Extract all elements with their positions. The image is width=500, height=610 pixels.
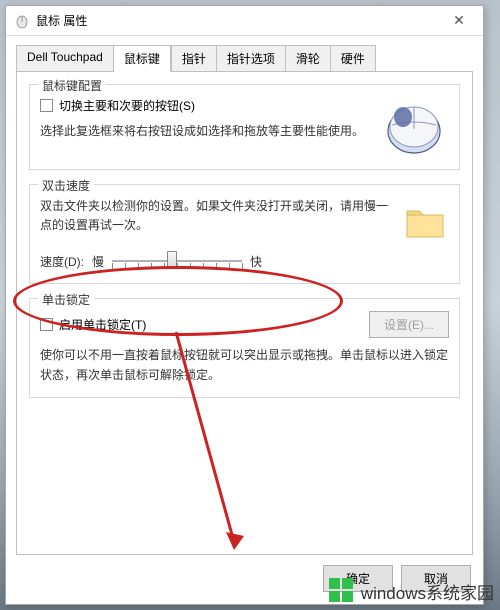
clicklock-label[interactable]: 启用单击锁定(T) bbox=[40, 316, 359, 333]
group-double-click-speed: 双击速度 双击文件夹以检测你的设置。如果文件夹没打开或关闭，请用慢一点的设置再试… bbox=[29, 184, 460, 284]
slow-label: 慢 bbox=[92, 253, 104, 270]
tab-pointer[interactable]: 指针 bbox=[171, 45, 217, 72]
title-bar[interactable]: 鼠标 属性 ✕ bbox=[6, 6, 483, 36]
clicklock-desc: 使你可以不用一直按着鼠标按钮就可以突出显示或拖拽。单击鼠标以进入锁定状态，再次单… bbox=[40, 346, 449, 384]
close-button[interactable]: ✕ bbox=[439, 8, 479, 32]
swap-buttons-checkbox[interactable] bbox=[40, 99, 53, 112]
folder-test-icon[interactable] bbox=[401, 197, 449, 245]
watermark: windows系统家园 bbox=[329, 578, 494, 604]
speed-slider-row: 速度(D): 慢 bbox=[40, 251, 391, 271]
tab-hardware[interactable]: 硬件 bbox=[331, 45, 376, 72]
mouse-icon bbox=[14, 13, 30, 29]
tab-panel: 鼠标键配置 切换主要和次要的按钮(S) 选择此复选框来将右按钮设成如选择和拖放等… bbox=[16, 71, 473, 555]
tab-wheel[interactable]: 滑轮 bbox=[286, 45, 331, 72]
speed-desc: 双击文件夹以检测你的设置。如果文件夹没打开或关闭，请用慢一点的设置再试一次。 bbox=[40, 197, 391, 235]
clicklock-text: 启用单击锁定(T) bbox=[59, 316, 146, 333]
window-title: 鼠标 属性 bbox=[36, 12, 87, 29]
group-click-lock: 单击锁定 启用单击锁定(T) 设置(E)... 使你可以不用一直按着鼠标按钮就可… bbox=[29, 298, 460, 397]
swap-buttons-desc: 选择此复选框来将右按钮设成如选择和拖放等主要性能使用。 bbox=[40, 122, 369, 141]
group-legend: 单击锁定 bbox=[38, 291, 94, 308]
tab-strip: Dell Touchpad 鼠标键 指针 指针选项 滑轮 硬件 bbox=[6, 36, 483, 71]
swap-buttons-label[interactable]: 切换主要和次要的按钮(S) bbox=[40, 97, 369, 114]
tab-mouse-buttons[interactable]: 鼠标键 bbox=[114, 45, 171, 72]
group-button-config: 鼠标键配置 切换主要和次要的按钮(S) 选择此复选框来将右按钮设成如选择和拖放等… bbox=[29, 84, 460, 170]
mouse-properties-dialog: 鼠标 属性 ✕ Dell Touchpad 鼠标键 指针 指针选项 滑轮 硬件 … bbox=[5, 5, 484, 605]
group-legend: 鼠标键配置 bbox=[38, 77, 106, 94]
slider-thumb[interactable] bbox=[167, 251, 177, 269]
windows-logo-icon bbox=[329, 578, 355, 604]
swap-buttons-text: 切换主要和次要的按钮(S) bbox=[59, 97, 195, 114]
clicklock-checkbox[interactable] bbox=[40, 318, 53, 331]
speed-label: 速度(D): bbox=[40, 253, 84, 270]
clicklock-settings-button: 设置(E)... bbox=[369, 311, 449, 338]
speed-slider[interactable] bbox=[112, 251, 242, 271]
watermark-text: windows系统家园 bbox=[361, 579, 494, 604]
fast-label: 快 bbox=[250, 253, 262, 270]
tab-pointer-options[interactable]: 指针选项 bbox=[217, 45, 286, 72]
tab-dell-touchpad[interactable]: Dell Touchpad bbox=[16, 45, 114, 72]
group-legend: 双击速度 bbox=[38, 177, 94, 194]
mouse-illustration bbox=[379, 97, 449, 157]
